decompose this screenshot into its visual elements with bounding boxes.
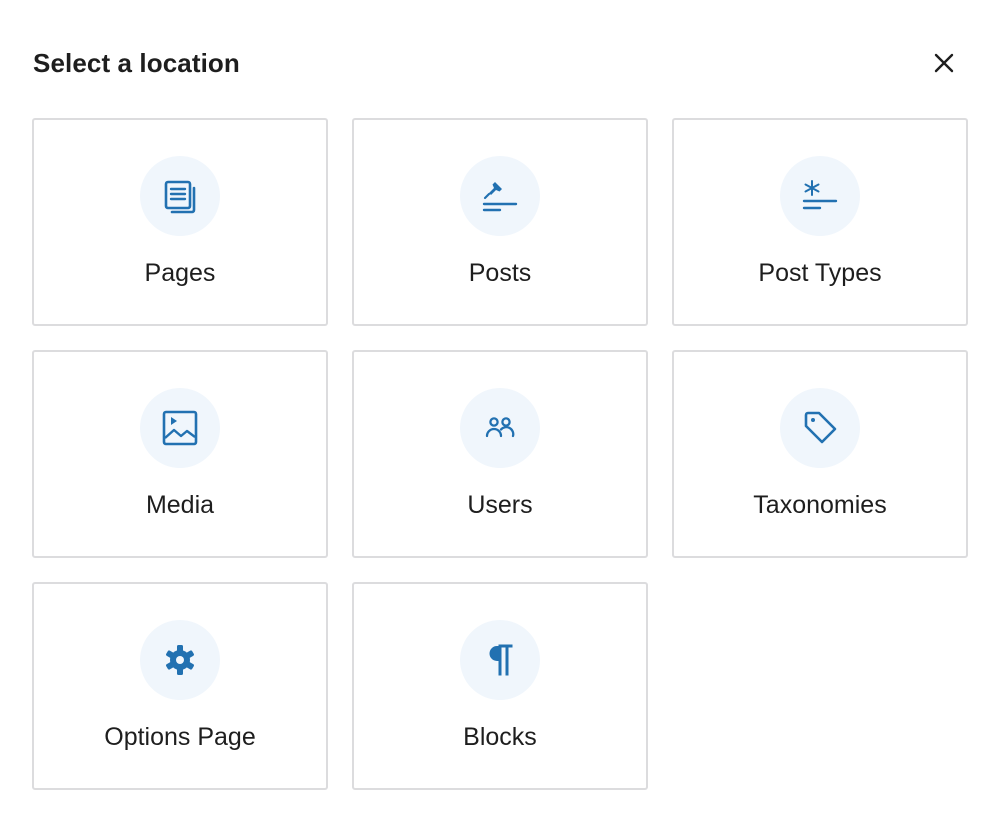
location-card-taxonomies[interactable]: Taxonomies	[672, 350, 968, 558]
modal-title: Select a location	[33, 48, 240, 78]
location-label: Post Types	[758, 259, 882, 287]
location-card-options-page[interactable]: Options Page	[32, 582, 328, 790]
pages-icon	[140, 156, 220, 236]
post-types-icon	[780, 156, 860, 236]
gear-icon	[140, 620, 220, 700]
location-label: Blocks	[463, 723, 537, 751]
location-label: Posts	[468, 259, 532, 287]
location-grid: Pages Posts Post Types Media Users Taxon…	[32, 118, 968, 790]
users-icon	[460, 388, 540, 468]
select-location-modal: Select a location Pages Posts Post Types…	[0, 0, 1002, 832]
location-card-posts[interactable]: Posts	[352, 118, 648, 326]
location-label: Media	[145, 491, 215, 519]
location-label: Pages	[144, 259, 216, 287]
location-card-blocks[interactable]: Blocks	[352, 582, 648, 790]
location-label: Taxonomies	[753, 491, 887, 519]
location-label: Users	[467, 491, 533, 519]
location-card-post-types[interactable]: Post Types	[672, 118, 968, 326]
tag-icon	[780, 388, 860, 468]
pushpin-icon	[460, 156, 540, 236]
close-button[interactable]	[924, 43, 964, 83]
location-card-pages[interactable]: Pages	[32, 118, 328, 326]
location-card-media[interactable]: Media	[32, 350, 328, 558]
location-card-users[interactable]: Users	[352, 350, 648, 558]
close-icon	[934, 53, 954, 73]
location-label: Options Page	[104, 723, 256, 751]
media-icon	[140, 388, 220, 468]
paragraph-icon	[460, 620, 540, 700]
